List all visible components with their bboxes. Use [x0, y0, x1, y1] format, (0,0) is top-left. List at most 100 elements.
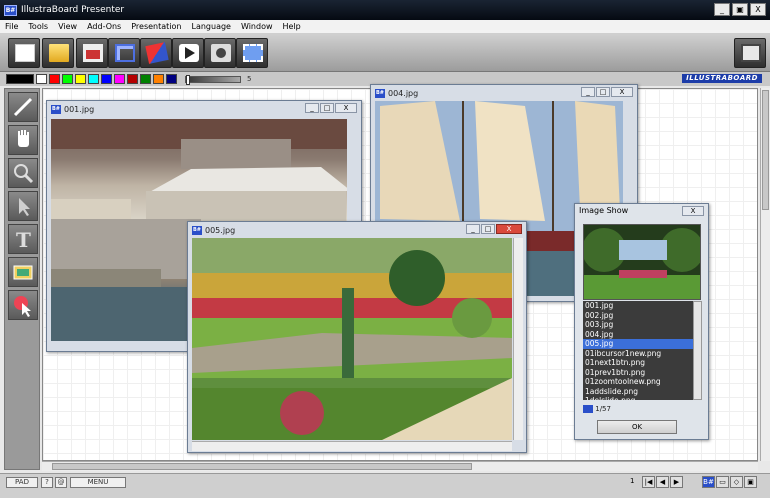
- color-swatch-red[interactable]: [49, 74, 60, 84]
- horizontal-scrollbar[interactable]: [192, 441, 512, 451]
- windows-icon: [115, 44, 135, 62]
- pen-tool-button[interactable]: [8, 92, 38, 122]
- minimize-button[interactable]: _: [581, 87, 595, 97]
- magnifier-icon: [14, 164, 34, 184]
- tool-panel: T: [4, 88, 40, 470]
- image-show-dialog[interactable]: Image Show X 001.jpg 002.jpg 003.jpg 004.jp…: [574, 203, 709, 440]
- file-list-scrollbar[interactable]: [693, 301, 702, 400]
- save-button[interactable]: [76, 38, 108, 68]
- file-list-item[interactable]: 01zoomtoolnew.png: [583, 377, 693, 387]
- close-button[interactable]: X: [682, 206, 704, 216]
- svg-text:T: T: [16, 228, 31, 252]
- image-tool-button[interactable]: [8, 257, 38, 287]
- screen-capture-button[interactable]: [236, 38, 268, 68]
- color-swatch-black[interactable]: [6, 74, 34, 84]
- play-icon: [179, 44, 199, 62]
- help-button[interactable]: ?: [41, 477, 53, 488]
- file-list-item[interactable]: 1addslide.png: [583, 387, 693, 397]
- text-tool-button[interactable]: T: [8, 224, 38, 254]
- first-page-button[interactable]: |◀: [642, 476, 655, 488]
- play-button[interactable]: [172, 38, 204, 68]
- menu-file[interactable]: File: [0, 22, 23, 31]
- ok-button[interactable]: OK: [597, 420, 677, 434]
- menu-button[interactable]: MENU: [70, 477, 126, 488]
- status-bar: PAD ? @ MENU 1 |◀ ◀ ▶ B# ▭ ◇ ▣: [0, 473, 770, 498]
- view-button[interactable]: ▭: [716, 476, 729, 488]
- color-swatch-blue[interactable]: [101, 74, 112, 84]
- pen-thickness-slider[interactable]: [185, 74, 241, 85]
- color-swatch-dark-green[interactable]: [140, 74, 151, 84]
- file-list-item[interactable]: 001.jpg: [583, 301, 693, 311]
- app-icon: B#: [192, 225, 202, 235]
- color-swatch-yellow[interactable]: [75, 74, 86, 84]
- file-list-item[interactable]: 01ibcursor1new.png: [583, 349, 693, 359]
- file-list-item[interactable]: 01prev1btn.png: [583, 368, 693, 378]
- close-button[interactable]: X: [335, 103, 357, 113]
- maximize-button[interactable]: □: [596, 87, 610, 97]
- camera-button[interactable]: [204, 38, 236, 68]
- display-button[interactable]: [734, 38, 766, 68]
- new-board-button[interactable]: [8, 38, 40, 68]
- horizontal-scrollbar[interactable]: [42, 461, 758, 471]
- color-swatch-magenta[interactable]: [114, 74, 125, 84]
- fullscreen-button[interactable]: ▣: [744, 476, 757, 488]
- zoom-tool-button[interactable]: [8, 158, 38, 188]
- menu-view[interactable]: View: [53, 22, 82, 31]
- file-list[interactable]: 001.jpg 002.jpg 003.jpg 004.jpg 005.jpg 01ibc…: [583, 301, 693, 400]
- close-button[interactable]: X: [750, 3, 766, 16]
- maximize-button[interactable]: □: [320, 103, 334, 113]
- file-list-item[interactable]: 005.jpg: [583, 339, 693, 349]
- scroll-thumb[interactable]: [762, 90, 769, 210]
- vertical-scrollbar[interactable]: [760, 88, 770, 461]
- zoom-button[interactable]: @: [55, 477, 67, 488]
- color-swatch-cyan[interactable]: [88, 74, 99, 84]
- app-icon: B#: [375, 88, 385, 98]
- file-list-item[interactable]: 1delslide.png: [583, 396, 693, 400]
- vertical-scrollbar[interactable]: [513, 238, 523, 440]
- prev-page-button[interactable]: ◀: [656, 476, 669, 488]
- pad-button[interactable]: PAD: [6, 477, 38, 488]
- counter-text: 1/57: [595, 405, 611, 413]
- image-window-005[interactable]: B# 005.jpg _ □ X: [187, 221, 527, 453]
- file-list-item[interactable]: 003.jpg: [583, 320, 693, 330]
- slides-button[interactable]: [140, 38, 172, 68]
- pan-tool-button[interactable]: [8, 125, 38, 155]
- select-tool-button[interactable]: [8, 191, 38, 221]
- minimize-button[interactable]: _: [714, 3, 730, 16]
- color-swatch-green[interactable]: [62, 74, 73, 84]
- scroll-thumb[interactable]: [52, 463, 472, 470]
- window-title: 005.jpg: [205, 225, 236, 235]
- maximize-button[interactable]: □: [481, 224, 495, 234]
- restore-button[interactable]: ▣: [732, 3, 748, 16]
- menu-tools[interactable]: Tools: [23, 22, 53, 31]
- menu-add-ons[interactable]: Add-Ons: [82, 22, 126, 31]
- open-button[interactable]: [42, 38, 74, 68]
- color-swatch-orange[interactable]: [153, 74, 164, 84]
- expand-button[interactable]: ◇: [730, 476, 743, 488]
- menu-presentation[interactable]: Presentation: [126, 22, 186, 31]
- menu-language[interactable]: Language: [186, 22, 235, 31]
- color-swatch-white[interactable]: [36, 74, 47, 84]
- close-button[interactable]: X: [496, 224, 522, 234]
- capture-icon: [243, 44, 263, 62]
- cursor-icon: [19, 198, 30, 216]
- menu-window[interactable]: Window: [236, 22, 278, 31]
- slider-handle[interactable]: [186, 74, 190, 85]
- preview-thumbnail: [583, 224, 701, 300]
- file-list-item[interactable]: 002.jpg: [583, 311, 693, 321]
- color-swatch-dark-red[interactable]: [127, 74, 138, 84]
- menu-help[interactable]: Help: [278, 22, 306, 31]
- pointer-tool-button[interactable]: [8, 290, 38, 320]
- file-list-item[interactable]: 01next1btn.png: [583, 358, 693, 368]
- window-layout-button[interactable]: [108, 38, 140, 68]
- new-page-icon: [15, 44, 35, 62]
- cards-icon: [145, 42, 169, 64]
- page-number: 1: [630, 477, 635, 485]
- file-list-item[interactable]: 004.jpg: [583, 330, 693, 340]
- minimize-button[interactable]: _: [466, 224, 480, 234]
- minimize-button[interactable]: _: [305, 103, 319, 113]
- window-title: 004.jpg: [388, 88, 419, 98]
- close-button[interactable]: X: [611, 87, 633, 97]
- color-swatch-navy[interactable]: [166, 74, 177, 84]
- next-page-button[interactable]: ▶: [670, 476, 683, 488]
